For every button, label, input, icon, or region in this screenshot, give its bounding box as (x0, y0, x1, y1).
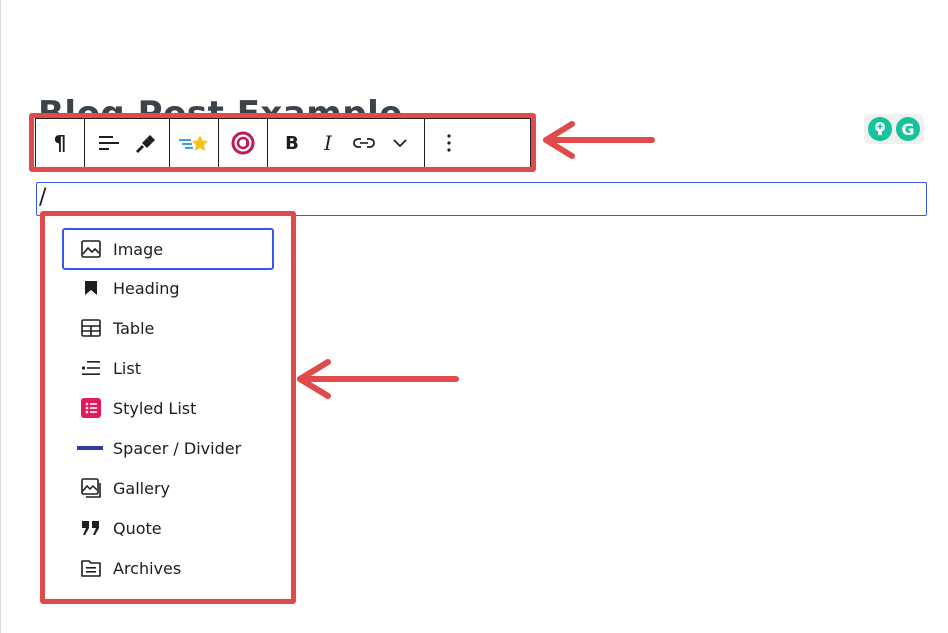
lightbulb-icon[interactable] (868, 117, 892, 141)
page-left-border (0, 0, 1, 633)
toolbar-annotation-arrow (543, 121, 655, 159)
grammarly-logo-icon[interactable]: G (896, 117, 920, 141)
inserter-annotation-box (40, 211, 296, 604)
inserter-annotation-arrow (297, 359, 459, 399)
grammarly-widget[interactable]: G (864, 114, 924, 144)
toolbar-annotation-box (29, 113, 536, 172)
